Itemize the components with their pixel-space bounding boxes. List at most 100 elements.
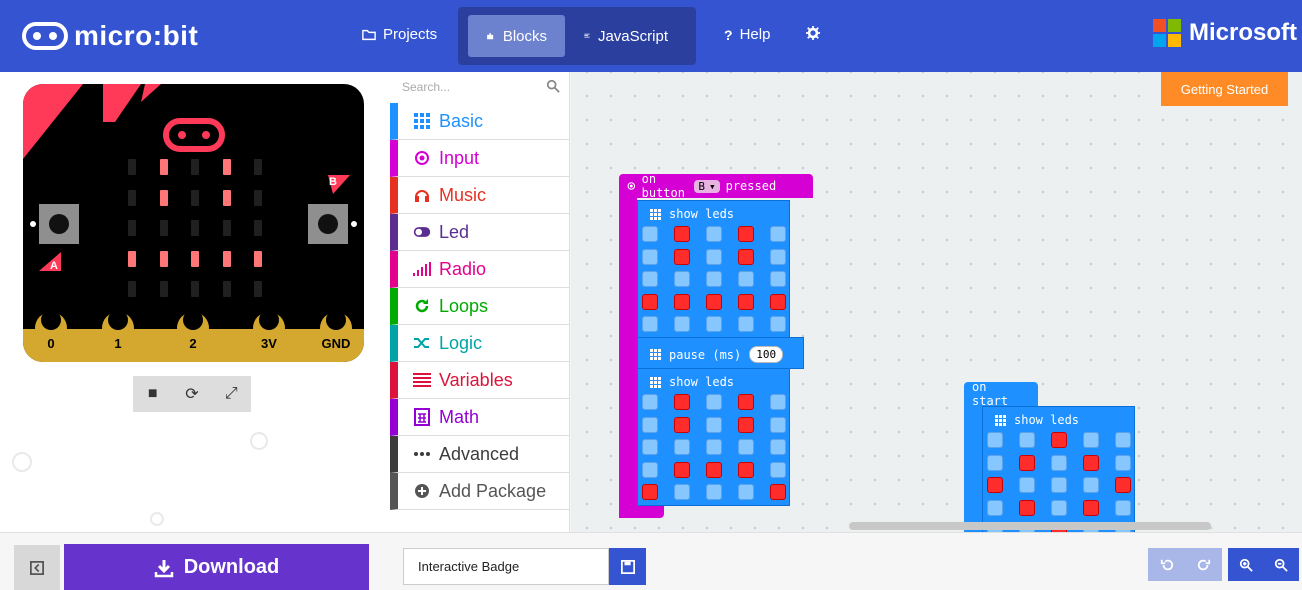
microbit-logo[interactable]: micro:bit bbox=[22, 20, 198, 52]
led-toggle[interactable] bbox=[1083, 432, 1099, 448]
pin-label[interactable]: 1 bbox=[98, 336, 138, 351]
help-button[interactable]: ? Help bbox=[724, 26, 770, 43]
category-add-package[interactable]: Add Package bbox=[390, 473, 570, 510]
led-toggle[interactable] bbox=[706, 484, 722, 501]
led-toggle[interactable] bbox=[1051, 477, 1067, 494]
led-toggle[interactable] bbox=[987, 477, 1003, 494]
led-toggle[interactable] bbox=[642, 226, 658, 242]
led-toggle[interactable] bbox=[706, 293, 722, 310]
category-music[interactable]: Music bbox=[390, 177, 570, 214]
led-toggle[interactable] bbox=[770, 248, 786, 265]
led-toggle[interactable] bbox=[642, 316, 658, 333]
led-toggle[interactable] bbox=[770, 461, 786, 478]
getting-started-button[interactable]: Getting Started bbox=[1161, 72, 1288, 106]
led-toggle[interactable] bbox=[770, 271, 786, 288]
show-leds-block[interactable]: show leds bbox=[637, 200, 790, 338]
button-dropdown[interactable]: B ▾ bbox=[694, 179, 720, 193]
led-toggle[interactable] bbox=[738, 293, 754, 310]
led-toggle[interactable] bbox=[706, 439, 722, 456]
led-toggle[interactable] bbox=[770, 226, 786, 242]
led-toggle[interactable] bbox=[674, 484, 690, 501]
led-toggle[interactable] bbox=[770, 394, 786, 410]
led-toggle[interactable] bbox=[674, 416, 690, 433]
pause-duration-input[interactable]: 100 bbox=[749, 346, 784, 363]
led-toggle[interactable] bbox=[987, 499, 1003, 516]
led-toggle[interactable] bbox=[987, 432, 1003, 448]
button-a[interactable] bbox=[39, 204, 79, 244]
search-icon[interactable] bbox=[546, 79, 560, 93]
led-toggle[interactable] bbox=[1115, 454, 1131, 471]
led-toggle[interactable] bbox=[706, 461, 722, 478]
led-toggle[interactable] bbox=[674, 248, 690, 265]
pause-block[interactable]: pause (ms) 100 bbox=[637, 337, 804, 369]
led-toggle[interactable] bbox=[1115, 432, 1131, 448]
led-toggle[interactable] bbox=[1019, 432, 1035, 448]
led-toggle[interactable] bbox=[1051, 432, 1067, 448]
pin-label[interactable]: 0 bbox=[31, 336, 71, 351]
led-toggle[interactable] bbox=[738, 316, 754, 333]
led-toggle[interactable] bbox=[770, 293, 786, 310]
fullscreen-icon[interactable]: ⤢ bbox=[219, 382, 243, 406]
pin-label[interactable]: GND bbox=[316, 336, 356, 351]
category-radio[interactable]: Radio bbox=[390, 251, 570, 288]
category-advanced[interactable]: Advanced bbox=[390, 436, 570, 473]
led-toggle[interactable] bbox=[1115, 477, 1131, 494]
led-toggle[interactable] bbox=[1083, 477, 1099, 494]
led-toggle[interactable] bbox=[642, 484, 658, 501]
led-toggle[interactable] bbox=[642, 271, 658, 288]
redo-button[interactable] bbox=[1185, 548, 1222, 581]
led-toggle[interactable] bbox=[706, 416, 722, 433]
blocks-tab[interactable]: Blocks bbox=[468, 15, 565, 57]
led-toggle[interactable] bbox=[738, 226, 754, 242]
led-toggle[interactable] bbox=[1115, 499, 1131, 516]
category-math[interactable]: Math bbox=[390, 399, 570, 436]
led-toggle[interactable] bbox=[1051, 499, 1067, 516]
button-b[interactable] bbox=[308, 204, 348, 244]
led-toggle[interactable] bbox=[770, 484, 786, 501]
projects-button[interactable]: Projects bbox=[362, 26, 437, 43]
show-leds-block[interactable]: show leds bbox=[637, 368, 790, 506]
led-toggle[interactable] bbox=[642, 461, 658, 478]
blocks-workspace[interactable]: Getting Started on button B ▾ pressed sh… bbox=[571, 72, 1302, 532]
led-toggle[interactable] bbox=[642, 439, 658, 456]
stop-icon[interactable]: ■ bbox=[141, 382, 165, 406]
undo-button[interactable] bbox=[1148, 548, 1185, 581]
led-toggle[interactable] bbox=[770, 439, 786, 456]
led-toggle[interactable] bbox=[1083, 499, 1099, 516]
search-input[interactable]: Search... bbox=[390, 72, 570, 102]
project-name-input[interactable]: Interactive Badge bbox=[403, 548, 609, 585]
led-toggle[interactable] bbox=[642, 293, 658, 310]
category-basic[interactable]: Basic bbox=[390, 103, 570, 140]
led-toggle[interactable] bbox=[706, 271, 722, 288]
show-leds-block[interactable]: show leds bbox=[982, 406, 1135, 532]
led-toggle[interactable] bbox=[738, 416, 754, 433]
led-toggle[interactable] bbox=[770, 316, 786, 333]
led-toggle[interactable] bbox=[674, 271, 690, 288]
led-toggle[interactable] bbox=[738, 484, 754, 501]
workspace-horizontal-scrollbar[interactable] bbox=[849, 522, 1211, 530]
led-toggle[interactable] bbox=[642, 248, 658, 265]
led-toggle[interactable] bbox=[738, 461, 754, 478]
led-toggle[interactable] bbox=[706, 226, 722, 242]
category-input[interactable]: Input bbox=[390, 140, 570, 177]
javascript-tab[interactable]: JavaScript bbox=[566, 15, 686, 57]
led-toggle[interactable] bbox=[674, 316, 690, 333]
led-toggle[interactable] bbox=[738, 271, 754, 288]
led-toggle[interactable] bbox=[706, 248, 722, 265]
led-toggle[interactable] bbox=[706, 316, 722, 333]
led-toggle[interactable] bbox=[738, 248, 754, 265]
pin-label[interactable]: 3V bbox=[249, 336, 289, 351]
led-toggle[interactable] bbox=[1019, 477, 1035, 494]
led-toggle[interactable] bbox=[642, 416, 658, 433]
led-toggle[interactable] bbox=[674, 461, 690, 478]
led-toggle[interactable] bbox=[706, 394, 722, 410]
led-toggle[interactable] bbox=[674, 394, 690, 410]
settings-button[interactable] bbox=[806, 26, 820, 40]
led-toggle[interactable] bbox=[642, 394, 658, 410]
led-toggle[interactable] bbox=[1019, 499, 1035, 516]
led-toggle[interactable] bbox=[1019, 454, 1035, 471]
restart-icon[interactable]: ⟳ bbox=[180, 382, 204, 406]
microsoft-logo[interactable]: Microsoft bbox=[1153, 19, 1297, 47]
led-toggle[interactable] bbox=[1083, 454, 1099, 471]
category-logic[interactable]: Logic bbox=[390, 325, 570, 362]
